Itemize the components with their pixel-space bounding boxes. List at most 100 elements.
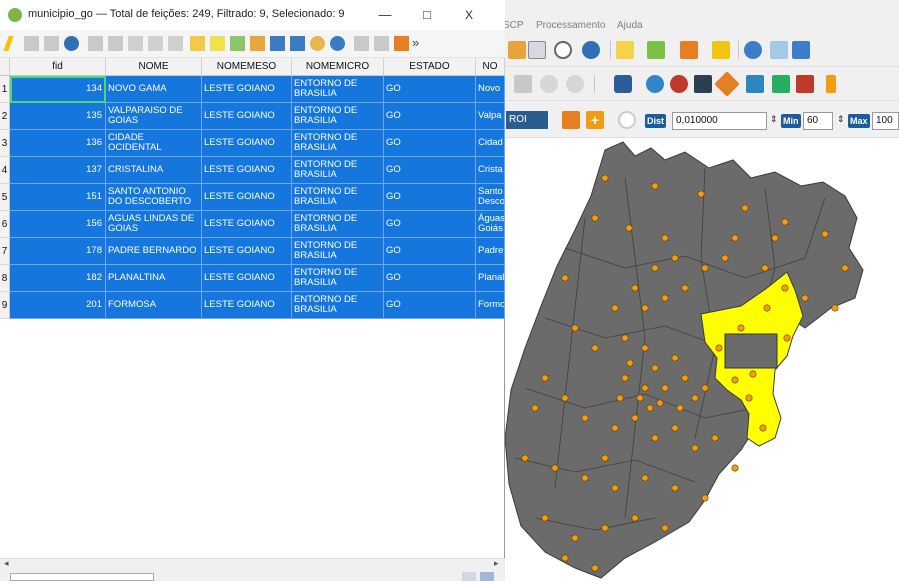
cell-nomemeso[interactable]: LESTE GOIANO — [202, 157, 292, 184]
person-icon[interactable] — [826, 75, 836, 93]
copy-icon[interactable] — [148, 36, 163, 51]
column-header-nome[interactable]: NOME — [106, 58, 202, 76]
table-view-icon[interactable] — [480, 572, 494, 581]
roi-redo-icon[interactable] — [618, 111, 636, 129]
cell-nome[interactable]: SANTO ANTONIO DO DESCOBERTO — [106, 184, 202, 211]
cell-nomemeso[interactable]: LESTE GOIANO — [202, 184, 292, 211]
column-header-fid[interactable]: fid — [10, 58, 106, 76]
menu-help[interactable]: Ajuda — [617, 20, 643, 31]
roi-draw-icon[interactable] — [562, 111, 580, 129]
row-number[interactable]: 9 — [0, 292, 10, 319]
cell-fid[interactable]: 182 — [10, 265, 106, 292]
row-number[interactable]: 2 — [0, 103, 10, 130]
clock-icon[interactable] — [554, 41, 572, 59]
cell-nome[interactable]: PADRE BERNARDO — [106, 238, 202, 265]
cell-nome[interactable]: FORMOSA — [106, 292, 202, 319]
flag-icon[interactable] — [796, 75, 814, 93]
paste-icon[interactable] — [168, 36, 183, 51]
cell-nomemicro[interactable]: ENTORNO DE BRASILIA — [292, 238, 384, 265]
column-header-nomemeso[interactable]: NOMEMESO — [202, 58, 292, 76]
add-layer-icon[interactable] — [508, 41, 526, 59]
overflow-icon[interactable] — [792, 41, 810, 59]
table-row[interactable]: 6 156 AGUAS LINDAS DE GOIAS LESTE GOIANO ENT… — [0, 211, 505, 238]
cell-nomemeso[interactable]: LESTE GOIANO — [202, 265, 292, 292]
row-number[interactable]: 1 — [0, 76, 10, 103]
cell-nome-extra[interactable]: Cidad — [476, 130, 505, 157]
roi-selector[interactable]: ROI — [506, 111, 548, 129]
cell-fid[interactable]: 178 — [10, 238, 106, 265]
save-icon[interactable] — [528, 41, 546, 59]
select-expression-icon[interactable] — [190, 36, 205, 51]
cell-nomemicro[interactable]: ENTORNO DE BRASILIA — [292, 157, 384, 184]
select-by-value-icon[interactable] — [647, 41, 665, 59]
settings-gear-icon[interactable] — [670, 75, 688, 93]
row-number[interactable]: 6 — [0, 211, 10, 238]
refresh-icon[interactable] — [582, 41, 600, 59]
roi-add-icon[interactable]: + — [586, 111, 604, 129]
table-row[interactable]: 3 136 CIDADE OCIDENTAL LESTE GOIANO ENTORNO … — [0, 130, 505, 157]
select-features-icon[interactable] — [616, 41, 634, 59]
table-row[interactable]: 8 182 PLANALTINA LESTE GOIANO ENTORNO DE BRA… — [0, 265, 505, 292]
database-icon[interactable] — [614, 75, 632, 93]
column-header-nome-extra[interactable]: NO — [476, 58, 505, 76]
identify-icon[interactable] — [744, 41, 762, 59]
cell-nome[interactable]: NOVO GAMA — [106, 76, 202, 103]
table-row[interactable]: 4 137 CRISTALINA LESTE GOIANO ENTORNO DE BRA… — [0, 157, 505, 184]
table-row[interactable]: 9 201 FORMOSA LESTE GOIANO ENTORNO DE BRASIL… — [0, 292, 505, 319]
max-input[interactable]: 100 — [872, 112, 899, 130]
cell-fid[interactable]: 137 — [10, 157, 106, 184]
cell-nomemeso[interactable]: LESTE GOIANO — [202, 211, 292, 238]
column-header-estado[interactable]: ESTADO — [384, 58, 476, 76]
row-number[interactable]: 4 — [0, 157, 10, 184]
pan-to-selection-icon[interactable] — [310, 36, 325, 51]
cell-nomemicro[interactable]: ENTORNO DE BRASILIA — [292, 292, 384, 319]
toolbar-overflow-icon[interactable]: » — [412, 35, 419, 50]
cell-estado[interactable]: GO — [384, 238, 476, 265]
cell-nomemicro[interactable]: ENTORNO DE BRASILIA — [292, 265, 384, 292]
redo-icon[interactable] — [566, 75, 584, 93]
invert-selection-icon[interactable] — [230, 36, 245, 51]
close-button[interactable]: X — [454, 4, 484, 26]
report-icon[interactable] — [694, 75, 712, 93]
new-field-icon[interactable] — [354, 36, 369, 51]
cell-estado[interactable]: GO — [384, 76, 476, 103]
cell-fid[interactable]: 151 — [10, 184, 106, 211]
cell-estado[interactable]: GO — [384, 211, 476, 238]
cell-fid[interactable]: 135 — [10, 103, 106, 130]
cell-fid[interactable]: 134 — [10, 76, 106, 103]
cell-nomemicro[interactable]: ENTORNO DE BRASILIA — [292, 184, 384, 211]
minimize-button[interactable]: — — [370, 4, 400, 26]
dist-input[interactable]: 0,010000 — [672, 112, 767, 130]
row-number[interactable]: 5 — [0, 184, 10, 211]
landcover-icon[interactable] — [772, 75, 790, 93]
horizontal-scrollbar[interactable]: ◂ ▸ — [0, 558, 505, 570]
cell-nome-extra[interactable]: Novo — [476, 76, 505, 103]
table-row[interactable]: 1 134 NOVO GAMA LESTE GOIANO ENTORNO DE BRAS… — [0, 76, 505, 103]
attribute-table-icon[interactable] — [770, 41, 788, 59]
cell-nomemicro[interactable]: ENTORNO DE BRASILIA — [292, 211, 384, 238]
cell-nomemicro[interactable]: ENTORNO DE BRASILIA — [292, 76, 384, 103]
min-spin-arrows[interactable]: ⇕ — [837, 114, 845, 125]
map-canvas[interactable] — [504, 138, 899, 581]
cell-fid[interactable]: 201 — [10, 292, 106, 319]
cell-nomemicro[interactable]: ENTORNO DE BRASILIA — [292, 103, 384, 130]
cell-nome-extra[interactable]: Santo Desco — [476, 184, 505, 211]
cell-nome[interactable]: PLANALTINA — [106, 265, 202, 292]
zoom-to-selection-icon[interactable] — [330, 36, 345, 51]
cell-nome-extra[interactable]: Crista — [476, 157, 505, 184]
undo-icon[interactable] — [540, 75, 558, 93]
toggle-editing-icon[interactable] — [3, 36, 14, 51]
cell-estado[interactable]: GO — [384, 130, 476, 157]
min-input[interactable]: 60 — [803, 112, 833, 130]
delete-feature-icon[interactable] — [108, 36, 123, 51]
cell-estado[interactable]: GO — [384, 103, 476, 130]
corner-header[interactable] — [0, 58, 10, 76]
cell-nomemeso[interactable]: LESTE GOIANO — [202, 130, 292, 157]
cell-fid[interactable]: 156 — [10, 211, 106, 238]
cell-nomemicro[interactable]: ENTORNO DE BRASILIA — [292, 130, 384, 157]
cell-nome-extra[interactable]: Formo — [476, 292, 505, 319]
cell-nomemeso[interactable]: LESTE GOIANO — [202, 76, 292, 103]
cell-fid[interactable]: 136 — [10, 130, 106, 157]
image-icon[interactable] — [746, 75, 764, 93]
multi-edit-icon[interactable] — [24, 36, 39, 51]
